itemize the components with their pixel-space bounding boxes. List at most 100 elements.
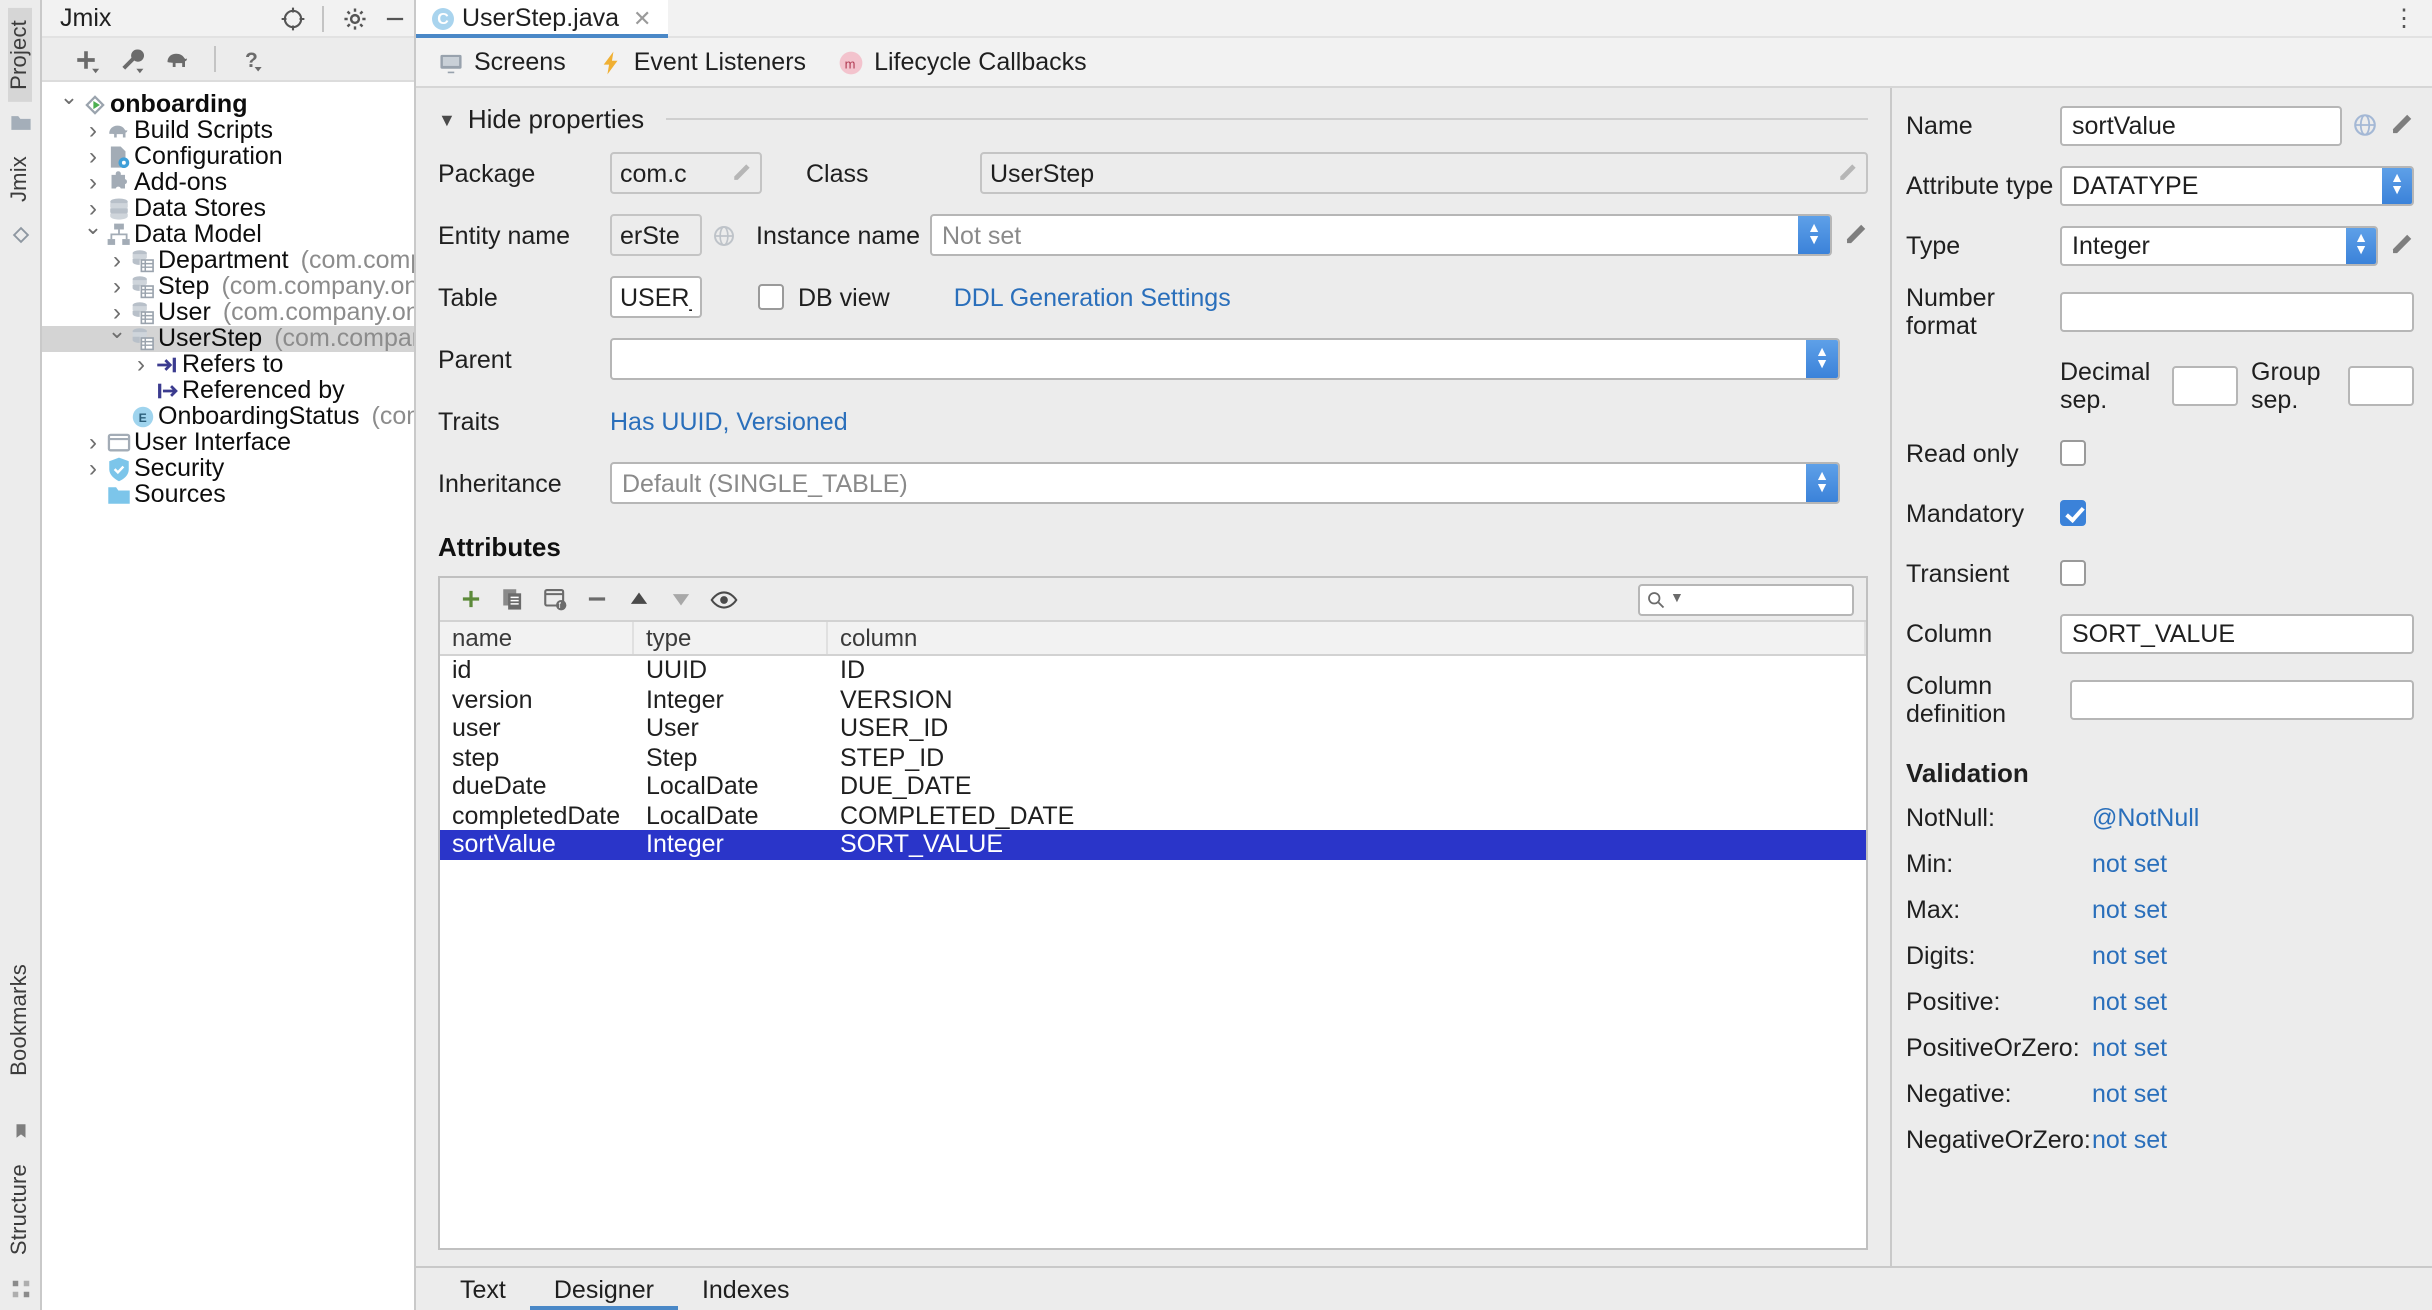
chevron-right-icon[interactable] xyxy=(82,430,104,456)
subtab-event-listeners[interactable]: Event Listeners xyxy=(598,48,806,76)
chevron-right-icon[interactable] xyxy=(130,352,152,378)
tree-item-security[interactable]: Security xyxy=(42,455,414,482)
chevron-right-icon[interactable] xyxy=(82,456,104,482)
column-header-column[interactable]: column xyxy=(828,622,1866,654)
parent-select[interactable]: ▲ ▼ xyxy=(610,338,1840,380)
rail-item-jmix[interactable]: Jmix xyxy=(8,144,32,214)
db-view-checkbox[interactable] xyxy=(758,284,784,310)
add-composition-button[interactable]: f xyxy=(536,581,574,617)
tab-designer[interactable]: Designer xyxy=(529,1268,678,1310)
editor-tab-userstep-java[interactable]: C UserStep.java ✕ xyxy=(416,0,668,38)
rail-item-bookmarks[interactable]: Bookmarks xyxy=(8,951,32,1087)
table-field[interactable]: USER_ST xyxy=(610,276,702,318)
globe-icon[interactable] xyxy=(712,223,736,247)
traits-link[interactable]: Has UUID, Versioned xyxy=(610,407,848,435)
hide-properties-toggle[interactable]: ▼ Hide properties xyxy=(438,104,1868,134)
add-attribute-button[interactable] xyxy=(452,581,490,617)
chevron-right-icon[interactable] xyxy=(106,274,128,300)
locate-icon[interactable] xyxy=(272,0,312,36)
tree-item-userstep[interactable]: UserStep (com.company.onboardin xyxy=(42,325,414,352)
validation-value-link[interactable]: not set xyxy=(2092,896,2167,924)
globe-icon[interactable] xyxy=(2352,112,2378,138)
instance-name-select[interactable]: Not set ▲ ▼ xyxy=(930,214,1832,256)
tree-item-data-model[interactable]: Data Model xyxy=(42,221,414,248)
group-sep-input[interactable] xyxy=(2348,366,2414,406)
more-options-icon[interactable]: ⋮ xyxy=(2378,0,2432,36)
validation-value-link[interactable]: not set xyxy=(2092,850,2167,878)
tree-item-configuration[interactable]: Configuration xyxy=(42,143,414,170)
tree-item-user-interface[interactable]: User Interface xyxy=(42,429,414,456)
close-icon[interactable]: ✕ xyxy=(633,5,651,31)
pencil-icon[interactable] xyxy=(2388,112,2414,138)
tree-item-onboardingstatus[interactable]: E OnboardingStatus (com.company.o xyxy=(42,403,414,430)
rail-item-project[interactable]: Project xyxy=(8,8,32,102)
class-field[interactable]: UserStep xyxy=(980,152,1868,194)
copy-attribute-button[interactable] xyxy=(494,581,532,617)
attribute-type-select[interactable]: DATATYPE ▲ ▼ xyxy=(2060,165,2414,205)
tree-item-referenced-by[interactable]: Referenced by xyxy=(42,377,414,404)
tree-item-add-ons[interactable]: Add-ons xyxy=(42,169,414,196)
move-up-button[interactable] xyxy=(620,581,658,617)
validation-value-link[interactable]: not set xyxy=(2092,1034,2167,1062)
table-row[interactable]: completedDate LocalDate COMPLETED_DATE xyxy=(440,801,1866,830)
chevron-right-icon[interactable] xyxy=(82,118,104,144)
ddl-generation-settings-link[interactable]: DDL Generation Settings xyxy=(954,283,1231,311)
pencil-icon[interactable] xyxy=(724,162,752,184)
chevron-right-icon[interactable] xyxy=(82,144,104,170)
tab-indexes[interactable]: Indexes xyxy=(678,1268,814,1310)
number-format-input[interactable] xyxy=(2060,292,2414,332)
validation-value-link[interactable]: not set xyxy=(2092,1126,2167,1154)
column-header-name[interactable]: name xyxy=(440,622,634,654)
tree-item-department[interactable]: Department (com.company.onboard xyxy=(42,247,414,274)
tab-text[interactable]: Text xyxy=(436,1268,530,1310)
pencil-icon[interactable] xyxy=(2388,232,2414,258)
subtab-lifecycle-callbacks[interactable]: m Lifecycle Callbacks xyxy=(838,48,1087,76)
minimize-icon[interactable] xyxy=(374,0,414,36)
preview-button[interactable] xyxy=(704,581,742,617)
table-row[interactable]: dueDate LocalDate DUE_DATE xyxy=(440,772,1866,801)
plus-icon[interactable] xyxy=(66,41,106,77)
validation-value-link[interactable]: not set xyxy=(2092,1080,2167,1108)
table-row[interactable]: version Integer VERSION xyxy=(440,685,1866,714)
name-input[interactable]: sortValue xyxy=(2060,105,2342,145)
rail-item-structure[interactable]: Structure xyxy=(8,1153,32,1268)
project-tree[interactable]: onboardingBuild ScriptsConfigurationAdd-… xyxy=(42,82,414,1310)
chevron-down-icon[interactable] xyxy=(82,222,104,248)
type-select[interactable]: Integer ▲ ▼ xyxy=(2060,225,2378,265)
gear-icon[interactable] xyxy=(334,0,374,36)
transient-checkbox[interactable] xyxy=(2060,560,2086,586)
tree-item-build-scripts[interactable]: Build Scripts xyxy=(42,117,414,144)
move-down-button[interactable] xyxy=(662,581,700,617)
tree-item-sources[interactable]: Sources xyxy=(42,481,414,508)
tree-item-refers-to[interactable]: Refers to xyxy=(42,351,414,378)
column-input[interactable]: SORT_VALUE xyxy=(2060,613,2414,653)
attributes-table-body[interactable]: id UUID ID version Integer VERSION user User USE… xyxy=(440,656,1866,1248)
tree-item-step[interactable]: Step (com.company.onboarding.ent xyxy=(42,273,414,300)
pencil-icon[interactable] xyxy=(1842,222,1868,248)
mandatory-checkbox[interactable] xyxy=(2060,500,2086,526)
column-definition-input[interactable] xyxy=(2070,680,2414,720)
read-only-checkbox[interactable] xyxy=(2060,440,2086,466)
chevron-down-icon[interactable] xyxy=(106,326,128,352)
table-row[interactable]: id UUID ID xyxy=(440,656,1866,685)
pencil-icon[interactable] xyxy=(1830,162,1858,184)
attributes-search-input[interactable]: ▼ xyxy=(1638,583,1854,615)
table-row[interactable]: sortValue Integer SORT_VALUE xyxy=(440,830,1866,859)
package-field[interactable]: com.c xyxy=(610,152,762,194)
table-row[interactable]: user User USER_ID xyxy=(440,714,1866,743)
elephant-icon[interactable] xyxy=(158,41,198,77)
validation-value-link[interactable]: @NotNull xyxy=(2092,804,2199,832)
chevron-right-icon[interactable] xyxy=(82,170,104,196)
chevron-down-icon[interactable] xyxy=(58,92,80,118)
validation-value-link[interactable]: not set xyxy=(2092,988,2167,1016)
column-header-type[interactable]: type xyxy=(634,622,828,654)
tree-item-onboarding[interactable]: onboarding xyxy=(42,91,414,118)
entity-name-field[interactable]: erSte xyxy=(610,214,702,256)
chevron-right-icon[interactable] xyxy=(106,248,128,274)
inheritance-select[interactable]: Default (SINGLE_TABLE) ▲ ▼ xyxy=(610,462,1840,504)
remove-attribute-button[interactable] xyxy=(578,581,616,617)
tree-item-user[interactable]: User (com.company.onboarding.ent xyxy=(42,299,414,326)
table-row[interactable]: step Step STEP_ID xyxy=(440,743,1866,772)
validation-value-link[interactable]: not set xyxy=(2092,942,2167,970)
subtab-screens[interactable]: Screens xyxy=(438,48,566,76)
